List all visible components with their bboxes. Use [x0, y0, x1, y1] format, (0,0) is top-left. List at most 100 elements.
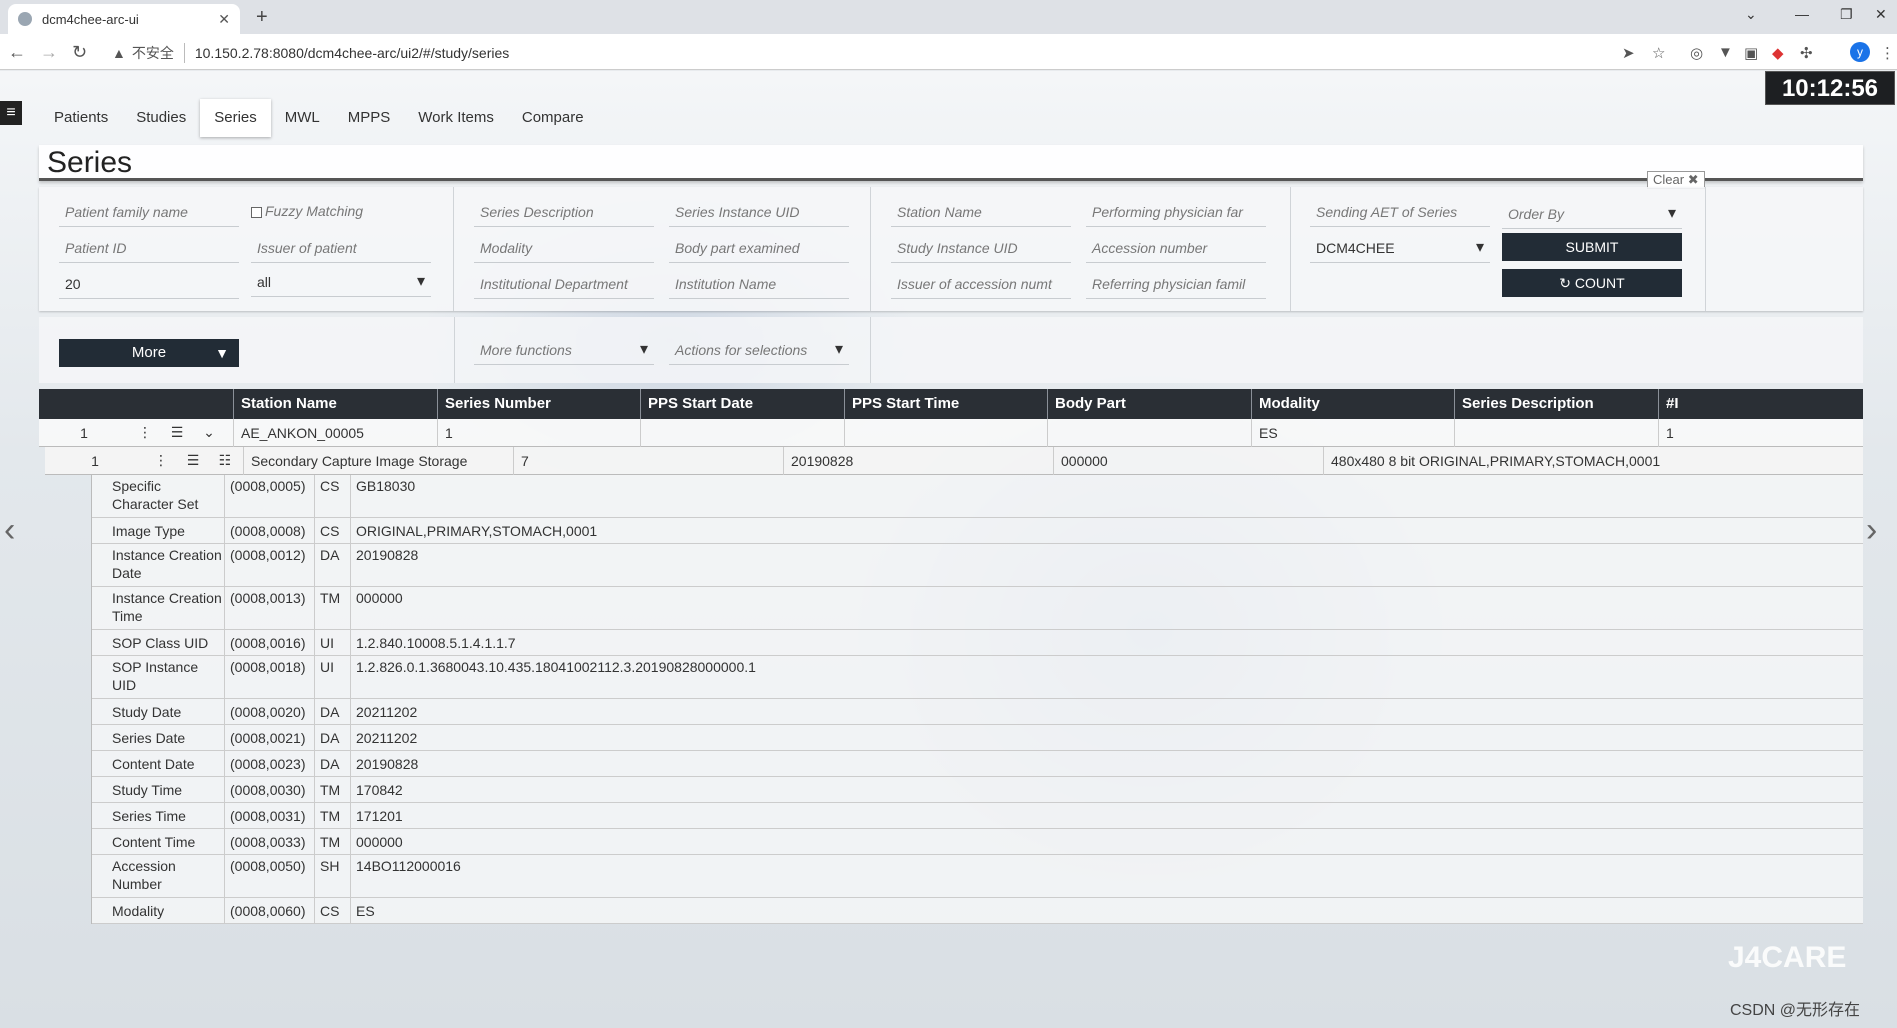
url-field[interactable]: ▲ 不安全 10.150.2.78:8080/dcm4chee-arc/ui2/… [112, 43, 509, 63]
limit-input[interactable]: 20 [59, 269, 239, 299]
header-instance-count[interactable]: #I [1658, 389, 1863, 419]
institution-name-input[interactable]: Institution Name [669, 269, 849, 299]
filter-extension-icon[interactable]: ▼ [1718, 44, 1733, 61]
extension-icon[interactable]: ◎ [1690, 44, 1703, 62]
forward-icon[interactable]: → [40, 42, 58, 63]
row-index: 1 [80, 424, 88, 441]
tab-mwl[interactable]: MWL [271, 99, 334, 137]
issuer-of-patient-input[interactable]: Issuer of patient [251, 233, 431, 263]
sending-aet-input[interactable]: Sending AET of Series [1310, 197, 1490, 227]
tab-patients[interactable]: Patients [40, 99, 122, 137]
attribute-name: Accession Number [92, 855, 225, 897]
tab-series[interactable]: Series [200, 99, 271, 137]
issuer-of-accession-input[interactable]: Issuer of accession numt [891, 269, 1071, 299]
more-button[interactable]: More ▼ [59, 339, 239, 367]
header-series-description[interactable]: Series Description [1454, 389, 1658, 419]
attribute-tag: (0008,0020) [225, 699, 315, 724]
restore-icon[interactable]: ❐ [1840, 6, 1853, 23]
tab-search-icon[interactable]: ⌄ [1745, 6, 1757, 23]
attributes-list-icon[interactable]: ☷ [209, 452, 241, 469]
clock: 10:12:56 [1765, 71, 1895, 105]
new-tab-button[interactable]: + [256, 6, 268, 29]
station-name-input[interactable]: Station Name [891, 197, 1071, 227]
browser-tab[interactable]: dcm4chee-arc-ui ✕ [8, 4, 240, 34]
checkbox-box[interactable] [251, 206, 262, 218]
instance-row[interactable]: 1 ⋮ ☰ ☷ Secondary Capture Image Storage … [45, 447, 1863, 475]
back-icon[interactable]: ← [8, 42, 26, 63]
page-title: Series [47, 146, 133, 179]
cell-instance-count: 1 [1658, 419, 1863, 447]
panel-header: Series [39, 145, 1863, 181]
header-series-number[interactable]: Series Number [437, 389, 640, 419]
hamburger-icon[interactable]: ≡ [0, 101, 22, 125]
puzzle-icon[interactable]: ✣ [1800, 44, 1813, 62]
count-label: COUNT [1574, 275, 1625, 291]
issuer-select[interactable]: all [251, 267, 431, 297]
accession-number-input[interactable]: Accession number [1086, 233, 1266, 263]
attribute-vr: TM [315, 803, 351, 828]
tab-work-items[interactable]: Work Items [404, 99, 508, 137]
referring-physician-input[interactable]: Referring physician famil [1086, 269, 1266, 299]
attribute-tag: (0008,0021) [225, 725, 315, 750]
list-icon[interactable]: ☰ [177, 452, 209, 469]
attribute-row: Series Date (0008,0021) DA 20211202 [92, 725, 1863, 751]
tab-studies[interactable]: Studies [122, 99, 200, 137]
more-functions-select[interactable]: More functions [474, 335, 654, 365]
attribute-tag: (0008,0012) [225, 544, 315, 586]
header-pps-start-date[interactable]: PPS Start Date [640, 389, 844, 419]
fuzzy-matching-checkbox[interactable]: Fuzzy Matching [251, 203, 363, 219]
extension-badge-icon[interactable]: ▣ [1744, 44, 1758, 62]
chevron-right-icon[interactable]: › [1866, 511, 1877, 550]
patient-id-input[interactable]: Patient ID [59, 233, 239, 263]
j4care-watermark: J4CARE [1728, 941, 1847, 974]
list-icon[interactable]: ☰ [161, 424, 193, 441]
order-by-select[interactable]: Order By [1502, 199, 1682, 229]
cell-pps-start-time [844, 419, 1047, 447]
tab-compare[interactable]: Compare [508, 99, 598, 137]
attribute-name: Instance Creation Date [92, 544, 225, 586]
app-page: ≡ 10:12:56 Patients Studies Series MWL M… [0, 71, 1897, 1028]
chevron-down-icon[interactable]: ⌄ [193, 424, 225, 441]
attribute-vr: TM [315, 587, 351, 629]
institutional-department-input[interactable]: Institutional Department [474, 269, 654, 299]
attribute-name: Series Time [92, 803, 225, 828]
header-pps-start-time[interactable]: PPS Start Time [844, 389, 1047, 419]
aet-select[interactable]: DCM4CHEE [1310, 233, 1490, 263]
bookmark-star-icon[interactable]: ☆ [1652, 44, 1665, 62]
chevron-left-icon[interactable]: ‹ [4, 511, 15, 550]
profile-avatar[interactable]: y [1850, 42, 1870, 62]
series-instance-uid-input[interactable]: Series Instance UID [669, 197, 849, 227]
attribute-row: Instance Creation Date (0008,0012) DA 20190… [92, 544, 1863, 587]
study-instance-uid-input[interactable]: Study Instance UID [891, 233, 1071, 263]
kebab-menu-icon[interactable]: ⋮ [145, 452, 177, 469]
dicom-attributes-table: Specific Character Set (0008,0005) CS GB180… [91, 475, 1863, 924]
browser-tab-title: dcm4chee-arc-ui [42, 11, 139, 27]
window-close-icon[interactable]: ✕ [1875, 6, 1887, 23]
table-row[interactable]: 1 ⋮ ☰ ⌄ AE_ANKON_00005 1 ES 1 [39, 419, 1863, 447]
kebab-menu-icon[interactable]: ⋮ [1880, 44, 1895, 62]
header-station-name[interactable]: Station Name [233, 389, 437, 419]
patient-family-name-input[interactable]: Patient family name [59, 197, 239, 227]
series-description-input[interactable]: Series Description [474, 197, 654, 227]
send-icon[interactable]: ➤ [1622, 44, 1635, 62]
submit-button[interactable]: SUBMIT [1502, 233, 1682, 261]
performing-physician-input[interactable]: Performing physician far [1086, 197, 1266, 227]
count-button[interactable]: ↻ COUNT [1502, 269, 1682, 297]
header-modality[interactable]: Modality [1251, 389, 1454, 419]
tab-mpps[interactable]: MPPS [334, 99, 405, 137]
close-tab-icon[interactable]: ✕ [218, 11, 230, 28]
attribute-vr: DA [315, 544, 351, 586]
insecure-label: 不安全 [132, 43, 185, 63]
refresh-icon: ↻ [1559, 275, 1575, 291]
angular-extension-icon[interactable]: ◆ [1772, 44, 1784, 62]
reload-icon[interactable]: ↻ [72, 42, 87, 63]
attribute-name: Series Date [92, 725, 225, 750]
minimize-icon[interactable]: — [1795, 6, 1809, 22]
cell-content-date: 20190828 [783, 447, 1053, 475]
header-body-part[interactable]: Body Part [1047, 389, 1251, 419]
actions-for-selections-select[interactable]: Actions for selections [669, 335, 849, 365]
attribute-vr: CS [315, 898, 351, 923]
body-part-input[interactable]: Body part examined [669, 233, 849, 263]
kebab-menu-icon[interactable]: ⋮ [129, 424, 161, 441]
modality-input[interactable]: Modality [474, 233, 654, 263]
